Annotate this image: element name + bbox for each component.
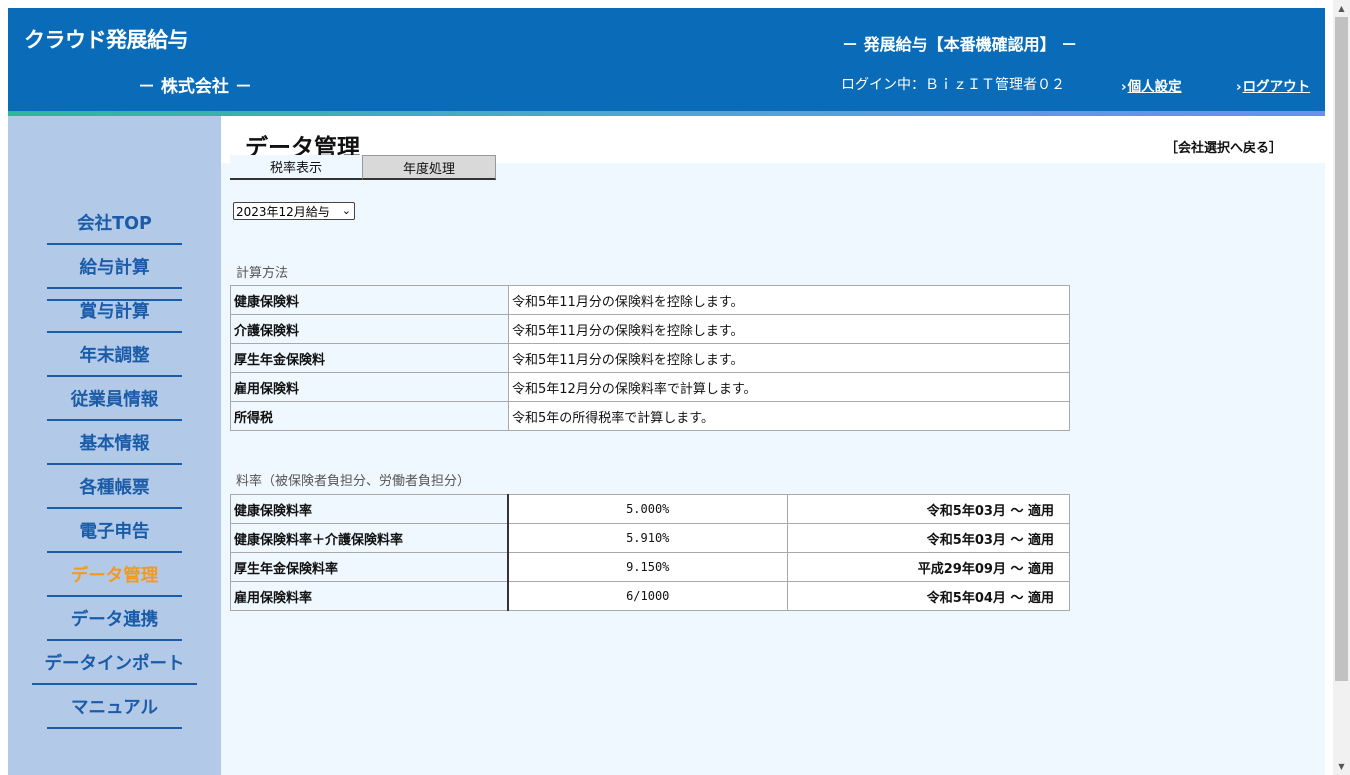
tab-tax-rate-display[interactable]: 税率表示 <box>230 155 362 180</box>
chevron-right-icon: › <box>1236 79 1242 95</box>
row-label: 健康保険料 <box>230 285 509 315</box>
row-value: 令和5年の所得税率で計算します。 <box>508 401 1070 431</box>
back-to-company-select-link[interactable]: ［会社選択へ戻る］ <box>1165 137 1282 156</box>
rate-value: 5.910% <box>507 523 788 553</box>
rate-label: 厚生年金保険料率 <box>230 552 509 582</box>
scroll-thumb[interactable] <box>1335 17 1348 681</box>
table-row: 健康保険料率＋介護保険料率 5.910% 令和5年03月 ～ 適用 <box>230 523 1070 553</box>
rate-label: 健康保険料率＋介護保険料率 <box>230 523 509 553</box>
sidebar-item-payroll[interactable]: 給与計算 <box>47 245 182 289</box>
table-row: 雇用保険料率 6/1000 令和5年04月 ～ 適用 <box>230 581 1070 611</box>
calc-method-heading: 計算方法 <box>236 266 289 281</box>
period-select[interactable]: 2023年12月給与 ⌄ <box>233 202 355 220</box>
brand-logo: クラウド発展給与 <box>24 28 189 52</box>
vertical-scrollbar[interactable]: ▲ ▼ <box>1333 0 1350 775</box>
row-label: 介護保険料 <box>230 314 509 344</box>
rate-label: 雇用保険料率 <box>230 581 509 611</box>
system-title: － 発展給与【本番機確認用】 － <box>842 35 1078 54</box>
rate-value: 5.000% <box>507 494 788 524</box>
rates-table: 健康保険料率 5.000% 令和5年03月 ～ 適用 健康保険料率＋介護保険料率 5.9… <box>230 494 1070 611</box>
login-status: ログイン中：ＢｉｚＩＴ管理者０２ <box>841 77 1065 93</box>
table-row: 所得税 令和5年の所得税率で計算します。 <box>230 401 1070 431</box>
logout-link[interactable]: ›ログアウト <box>1236 75 1310 95</box>
row-value: 令和5年11月分の保険料を控除します。 <box>508 343 1070 373</box>
sidebar-item-forms[interactable]: 各種帳票 <box>47 465 182 509</box>
rates-heading: 料率（被保険者負担分、労働者負担分） <box>236 474 471 489</box>
sidebar-item-employees[interactable]: 従業員情報 <box>47 377 182 421</box>
table-row: 健康保険料率 5.000% 令和5年03月 ～ 適用 <box>230 494 1070 524</box>
sidebar-item-bonus[interactable]: 賞与計算 <box>47 289 182 333</box>
rate-period: 令和5年04月 ～ 適用 <box>787 581 1070 611</box>
rate-period: 平成29年09月 ～ 適用 <box>787 552 1070 582</box>
sidebar-item-company-top[interactable]: 会社TOP <box>47 201 182 245</box>
calc-method-table: 健康保険料 令和5年11月分の保険料を控除します。 介護保険料 令和5年11月分の保険… <box>230 285 1070 431</box>
header: クラウド発展給与 － 株式会社 － － 発展給与【本番機確認用】 － ログイン中… <box>8 8 1325 111</box>
rate-period: 令和5年03月 ～ 適用 <box>787 523 1070 553</box>
row-value: 令和5年12月分の保険料率で計算します。 <box>508 372 1070 402</box>
row-label: 厚生年金保険料 <box>230 343 509 373</box>
rate-value: 9.150% <box>507 552 788 582</box>
scroll-up-icon[interactable]: ▲ <box>1333 0 1350 17</box>
rate-label: 健康保険料率 <box>230 494 509 524</box>
scroll-down-icon[interactable]: ▼ <box>1333 758 1350 775</box>
table-row: 健康保険料 令和5年11月分の保険料を控除します。 <box>230 285 1070 315</box>
sidebar-item-year-end[interactable]: 年末調整 <box>47 333 182 377</box>
chevron-down-icon: ⌄ <box>341 204 351 217</box>
sidebar-item-basic-info[interactable]: 基本情報 <box>47 421 182 465</box>
personal-settings-link[interactable]: ›個人設定 <box>1121 75 1182 95</box>
rate-period: 令和5年03月 ～ 適用 <box>787 494 1070 524</box>
sidebar-item-e-filing[interactable]: 電子申告 <box>47 509 182 553</box>
rate-value: 6/1000 <box>507 581 788 611</box>
table-row: 厚生年金保険料 令和5年11月分の保険料を控除します。 <box>230 343 1070 373</box>
table-row: 雇用保険料 令和5年12月分の保険料率で計算します。 <box>230 372 1070 402</box>
sidebar-item-manual[interactable]: マニュアル <box>47 685 182 729</box>
row-label: 所得税 <box>230 401 509 431</box>
sidebar-item-data-import[interactable]: データインポート <box>32 641 197 685</box>
sidebar-item-data-management[interactable]: データ管理 <box>47 553 182 597</box>
tab-annual-processing[interactable]: 年度処理 <box>362 155 496 180</box>
company-name: － 株式会社 － <box>138 77 252 97</box>
table-row: 厚生年金保険料率 9.150% 平成29年09月 ～ 適用 <box>230 552 1070 582</box>
table-row: 介護保険料 令和5年11月分の保険料を控除します。 <box>230 314 1070 344</box>
sidebar-item-data-link[interactable]: データ連携 <box>47 597 182 641</box>
chevron-right-icon: › <box>1121 79 1127 95</box>
row-value: 令和5年11月分の保険料を控除します。 <box>508 285 1070 315</box>
row-label: 雇用保険料 <box>230 372 509 402</box>
row-value: 令和5年11月分の保険料を控除します。 <box>508 314 1070 344</box>
